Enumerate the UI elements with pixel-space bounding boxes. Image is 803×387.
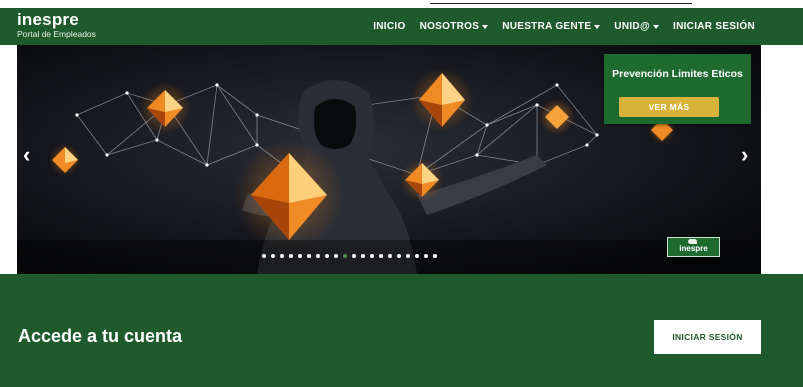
carousel-dot[interactable]: [316, 254, 320, 258]
main-navbar: inespre Portal de Empleados INICIO NOSOT…: [0, 8, 803, 45]
nav-links: INICIO NOSOTROS NUESTRA GENTE UNID@ INIC…: [373, 8, 755, 45]
carousel-dot[interactable]: [307, 254, 311, 258]
carousel-dot[interactable]: [388, 254, 392, 258]
logo-badge-text: inespre: [679, 244, 708, 253]
iniciar-sesion-button[interactable]: INICIAR SESIÓN: [654, 320, 761, 354]
ver-mas-button[interactable]: VER MÁS: [619, 97, 719, 117]
nav-item-label: NUESTRA GENTE: [502, 21, 592, 32]
nav-item-label: INICIO: [373, 21, 406, 32]
carousel-dot[interactable]: [370, 254, 374, 258]
carousel-dot[interactable]: [289, 254, 293, 258]
carousel-dot[interactable]: [397, 254, 401, 258]
carousel-dot[interactable]: [433, 254, 437, 258]
nav-item-label: UNID@: [614, 21, 650, 32]
carousel-dot[interactable]: [262, 254, 266, 258]
carousel-dot[interactable]: [361, 254, 365, 258]
promo-title: Prevención Limites Eticos: [612, 68, 743, 80]
promo-card: Prevención Limites Eticos VER MÁS: [604, 54, 751, 124]
carousel-dot[interactable]: [352, 254, 356, 258]
nav-item-inicio[interactable]: INICIO: [373, 21, 405, 32]
carousel-dot[interactable]: [379, 254, 383, 258]
inespre-logo-icon: inespre: [667, 237, 720, 257]
nav-item-nuestra-gente[interactable]: NUESTRA GENTE: [502, 21, 601, 32]
nav-item-label: INICIAR SESIÓN: [673, 21, 755, 32]
login-section-title: Accede a tu cuenta: [18, 326, 183, 346]
brand-subtitle: Portal de Empleados: [17, 29, 96, 39]
brand-name: inespre: [17, 10, 79, 29]
nav-item-label: NOSOTROS: [419, 21, 480, 32]
top-rule: [430, 3, 692, 4]
caret-down-icon: [653, 25, 659, 29]
carousel-dot[interactable]: [325, 254, 329, 258]
carousel-dot[interactable]: [406, 254, 410, 258]
carousel-dot[interactable]: [298, 254, 302, 258]
caret-down-icon: [482, 25, 489, 29]
leaf-icon: [688, 239, 697, 244]
carousel-indicators: [262, 254, 437, 258]
carousel-dot[interactable]: [424, 254, 428, 258]
carousel-dot[interactable]: [415, 254, 419, 258]
chevron-right-icon[interactable]: ›: [741, 144, 748, 166]
carousel-dot[interactable]: [334, 254, 338, 258]
caret-down-icon: [594, 25, 601, 29]
carousel-dot[interactable]: [280, 254, 284, 258]
nav-item-unida[interactable]: UNID@: [614, 21, 659, 32]
nav-item-iniciar-sesion[interactable]: INICIAR SESIÓN: [673, 21, 755, 32]
chevron-left-icon[interactable]: ‹: [23, 144, 30, 166]
login-section: Accede a tu cuenta INICIAR SESIÓN: [0, 274, 803, 387]
nav-item-nosotros[interactable]: NOSOTROS: [420, 21, 489, 32]
brand-logo[interactable]: inespre Portal de Empleados: [17, 10, 96, 40]
carousel-dot[interactable]: [271, 254, 275, 258]
carousel-dot[interactable]: [343, 254, 347, 258]
top-bar: [0, 0, 803, 8]
